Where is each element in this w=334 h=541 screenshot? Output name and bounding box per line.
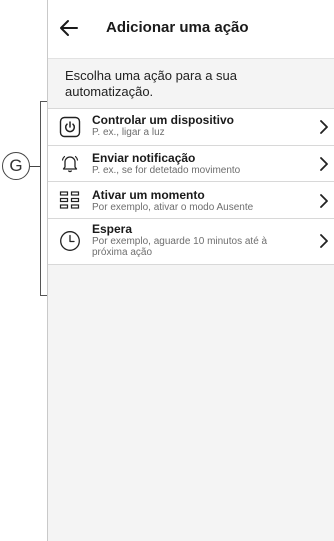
- action-list: Controlar um dispositivo P. ex., ligar a…: [48, 108, 334, 265]
- power-icon: [59, 116, 81, 138]
- action-label: Controlar um dispositivo: [92, 113, 235, 127]
- action-item-wait[interactable]: Espera Por exemplo, aguarde 10 minutos a…: [48, 219, 334, 265]
- action-item-send-notification[interactable]: Enviar notificação P. ex., se for deteta…: [48, 146, 334, 182]
- action-subtitle: P. ex., se for detetado movimento: [92, 165, 241, 176]
- intro-text: Escolha uma ação para a sua automatizaçã…: [65, 68, 237, 99]
- chevron-right-icon: [320, 120, 328, 134]
- callout-g-label: G: [2, 152, 30, 180]
- app-header: Adicionar uma ação: [48, 0, 334, 59]
- bell-ringing-icon: [61, 155, 79, 173]
- callout-connector: [30, 166, 40, 167]
- page-title: Adicionar uma ação: [106, 19, 249, 36]
- action-subtitle: Por exemplo, ativar o modo Ausente: [92, 202, 254, 213]
- action-label: Enviar notificação: [92, 151, 196, 165]
- action-item-control-device[interactable]: Controlar um dispositivo P. ex., ligar a…: [48, 108, 334, 146]
- phone-screen: Adicionar uma ação Escolha uma ação para…: [47, 0, 334, 541]
- chevron-right-icon: [320, 194, 328, 208]
- clock-icon: [60, 231, 80, 251]
- action-subtitle: Por exemplo, aguarde 10 minutos até à pr…: [92, 236, 268, 258]
- moment-grid-icon: [59, 191, 80, 209]
- action-subtitle: P. ex., ligar a luz: [92, 127, 165, 138]
- action-item-activate-moment[interactable]: Ativar um momento Por exemplo, ativar o …: [48, 182, 334, 219]
- arrow-left-icon[interactable]: [58, 17, 80, 39]
- action-label: Ativar um momento: [92, 188, 205, 202]
- chevron-right-icon: [320, 157, 328, 171]
- chevron-right-icon: [320, 234, 328, 248]
- action-label: Espera: [92, 222, 133, 236]
